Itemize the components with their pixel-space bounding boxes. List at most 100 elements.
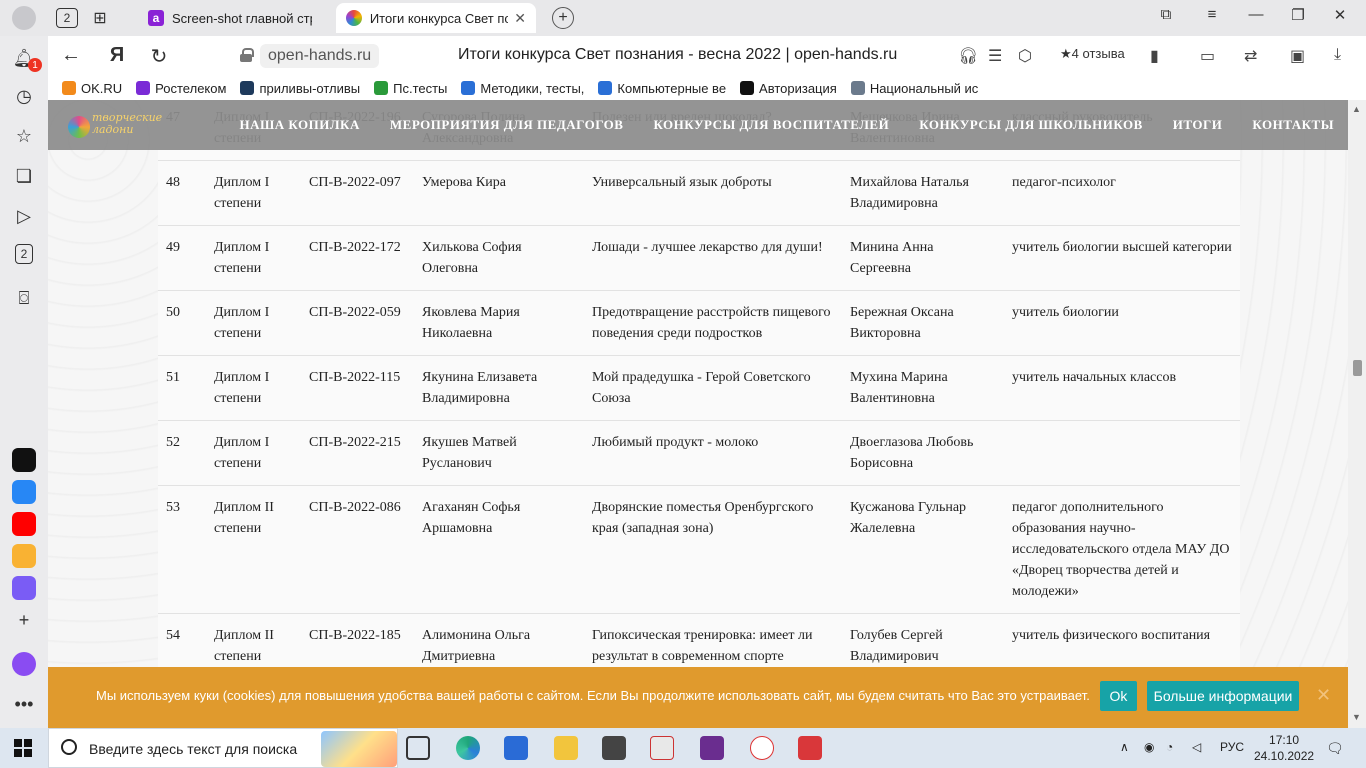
reviews-badge[interactable]: ★4 отзыва — [1060, 46, 1125, 62]
tab-count-button[interactable]: 2 — [56, 8, 78, 28]
bookmark-okru[interactable]: OK.RU — [62, 81, 122, 96]
bookmark-label: Пс.тесты — [393, 80, 448, 96]
notifications-icon[interactable]: 🗨︎ — [1326, 740, 1344, 757]
youtube-icon[interactable] — [12, 512, 36, 536]
cell-code: СП-В-2022-172 — [301, 225, 414, 291]
yandex-icon[interactable]: Я — [104, 44, 130, 67]
cell-participant: Хилькова София Олеговна — [414, 225, 584, 291]
scroll-thumb[interactable] — [1353, 360, 1362, 376]
table-row: 53 Диплом II степени СП-В-2022-086 Агаханян… — [158, 485, 1240, 614]
paint-icon[interactable] — [798, 736, 822, 760]
download-icon[interactable]: ⤓ — [1334, 46, 1341, 64]
battery-icon[interactable]: ▭ — [1200, 46, 1215, 66]
tab-screenshot[interactable]: a Screen-shot главной стра — [138, 3, 334, 33]
bookmark-national[interactable]: Национальный ис — [850, 81, 978, 96]
more-icon[interactable]: ••• — [12, 692, 36, 716]
yandex-browser-icon[interactable] — [750, 736, 774, 760]
volume-icon[interactable]: ◁ — [1192, 740, 1201, 754]
edge-icon[interactable] — [456, 736, 480, 760]
page-scrollbar[interactable]: ▲ ▼ — [1348, 100, 1366, 728]
bookmark-icon[interactable]: ▮ — [1150, 46, 1159, 66]
screenshot-icon[interactable]: ⌼ — [12, 286, 36, 310]
close-icon[interactable]: ✕ — [1316, 685, 1331, 706]
translate-icon[interactable]: ⇄ — [1244, 46, 1257, 66]
cell-diploma: Диплом I степени — [206, 290, 301, 356]
mail-icon[interactable] — [12, 544, 36, 568]
vk-icon[interactable] — [12, 480, 36, 504]
bookmark-label: Компьютерные ве — [617, 80, 727, 96]
store-icon[interactable] — [504, 736, 528, 760]
explorer-icon[interactable] — [554, 736, 578, 760]
clock[interactable]: 17:10 24.10.2022 — [1254, 732, 1314, 764]
cell-participant: Якунина Елизавета Владимировна — [414, 355, 584, 421]
emblem-icon — [850, 81, 865, 95]
cell-diploma: Диплом I степени — [206, 355, 301, 421]
scroll-up-icon[interactable]: ▲ — [1352, 104, 1361, 114]
cell-num: 49 — [158, 225, 206, 291]
bookmark-pstests[interactable]: Пс.тесты — [374, 81, 447, 96]
tab-manager-icon[interactable]: ⧉ — [1154, 6, 1178, 23]
nav-student-contests[interactable]: КОНКУРСЫ ДЛЯ ШКОЛЬНИКОВ — [919, 117, 1143, 133]
star-icon[interactable]: ☆ — [12, 124, 36, 148]
tab-active-results[interactable]: Итоги конкурса Свет по ✕ — [336, 3, 536, 33]
profile-avatar[interactable] — [12, 6, 36, 30]
bookmark-tides[interactable]: приливы-отливы — [240, 81, 360, 96]
bookmark-auth[interactable]: Авторизация — [740, 81, 837, 96]
cookie-more-info-button[interactable]: Больше информации — [1147, 681, 1299, 711]
menu-icon[interactable]: ≡ — [1200, 6, 1224, 23]
cell-code: СП-В-2022-115 — [301, 355, 414, 421]
new-tab-group-icon[interactable]: ⊞ — [88, 6, 112, 30]
bookmark-computer[interactable]: Компьютерные ве — [598, 81, 726, 96]
nav-educator-contests[interactable]: КОНКУРСЫ ДЛЯ ВОСПИТАТЕЛЕЙ — [653, 117, 889, 133]
bookmark-label: Авторизация — [759, 80, 837, 96]
close-tab-icon[interactable]: ✕ — [514, 10, 526, 27]
lock-icon[interactable] — [240, 48, 254, 62]
nav-kopilka[interactable]: НАША КОПИЛКА — [240, 117, 360, 133]
tray-app-icon[interactable]: ◉ — [1144, 740, 1154, 754]
counter-icon[interactable]: 2 — [15, 244, 33, 264]
tray-chevron-icon[interactable]: ∧ — [1120, 740, 1129, 754]
messenger-icon[interactable] — [12, 576, 36, 600]
extensions-icon[interactable]: ⬡ — [1018, 46, 1032, 66]
nav-contacts[interactable]: КОНТАКТЫ — [1252, 117, 1334, 133]
collections-icon[interactable]: ❏ — [12, 164, 36, 188]
cookie-banner: Мы используем куки (cookies) для повышен… — [48, 667, 1348, 728]
bookmark-rostelecom[interactable]: Ростелеком — [136, 81, 226, 96]
reload-icon[interactable]: ↻ — [146, 44, 172, 69]
app-icon[interactable] — [602, 736, 626, 760]
cell-position: учитель начальных классов — [1004, 355, 1240, 421]
bookmark-methods[interactable]: Методики, тесты, — [461, 81, 584, 96]
reader-icon[interactable]: ☰ — [988, 46, 1002, 66]
yandex-app-icon[interactable] — [650, 736, 674, 760]
image-tool-icon[interactable]: ▣ — [1290, 46, 1305, 66]
restore-icon[interactable]: ❐ — [1286, 6, 1310, 24]
close-window-icon[interactable]: ✕ — [1328, 6, 1352, 24]
site-logo[interactable]: творческие ладони — [68, 112, 162, 140]
search-highlight-image — [321, 731, 397, 767]
language-indicator[interactable]: РУС — [1220, 740, 1244, 754]
play-icon[interactable]: ▷ — [12, 204, 36, 228]
url-host[interactable]: open-hands.ru — [260, 44, 380, 68]
back-icon[interactable]: ← — [58, 44, 84, 67]
taskbar-search[interactable]: Введите здесь текст для поиска — [48, 728, 398, 768]
alice-icon[interactable] — [12, 652, 36, 676]
nav-menu: НАША КОПИЛКА МЕРОПРИЯТИЯ ДЛЯ ПЕДАГОГОВ К… — [210, 100, 1334, 150]
nav-teacher-events[interactable]: МЕРОПРИЯТИЯ ДЛЯ ПЕДАГОГОВ — [390, 117, 624, 133]
minimize-icon[interactable]: — — [1244, 6, 1268, 23]
alice-station-icon[interactable] — [12, 448, 36, 472]
windows-start-icon[interactable] — [14, 739, 32, 757]
pdf-icon[interactable] — [700, 736, 724, 760]
cell-code: СП-В-2022-059 — [301, 290, 414, 356]
headphones-icon[interactable]: 🎧︎ — [958, 46, 978, 66]
table-row: 51 Диплом I степени СП-В-2022-115 Якунина Е… — [158, 355, 1240, 421]
new-tab-button[interactable]: + — [552, 7, 574, 29]
task-view-icon[interactable] — [406, 736, 430, 760]
history-icon[interactable]: ◷ — [12, 84, 36, 108]
cookie-ok-button[interactable]: Ok — [1100, 681, 1137, 711]
cell-diploma: Диплом II степени — [206, 485, 301, 614]
nav-results[interactable]: ИТОГИ — [1173, 117, 1223, 133]
scroll-down-icon[interactable]: ▼ — [1352, 712, 1361, 722]
table-row: 49 Диплом I степени СП-В-2022-172 Хилькова … — [158, 225, 1240, 291]
wifi-icon[interactable]: ◔ — [1166, 740, 1173, 754]
add-panel-icon[interactable]: + — [12, 608, 36, 632]
